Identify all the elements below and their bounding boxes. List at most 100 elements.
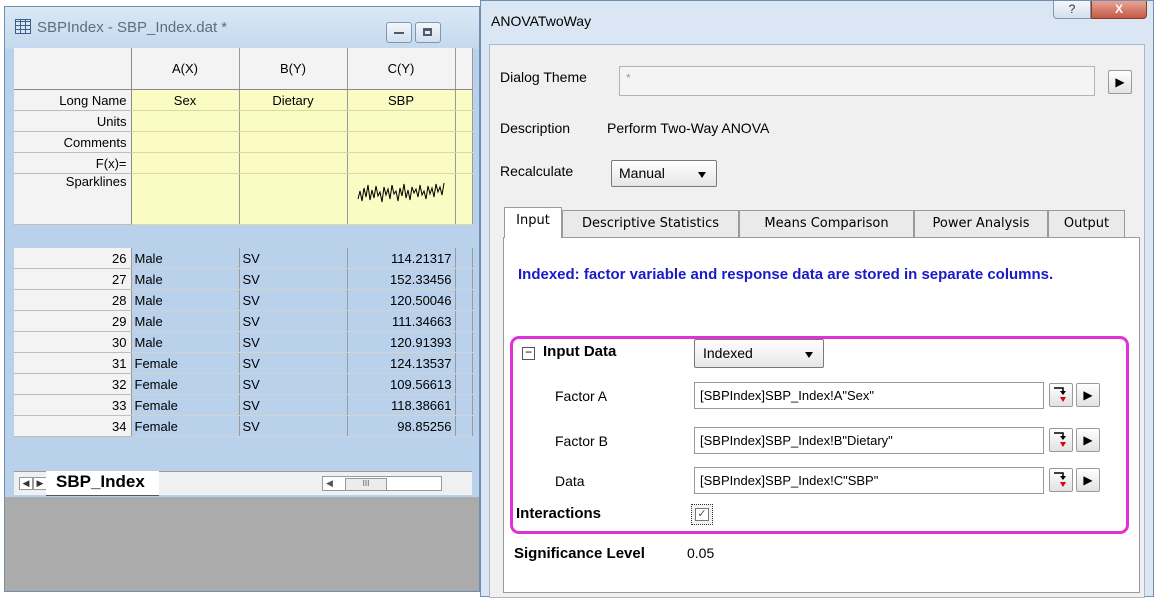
cell-dietary[interactable]: SV	[239, 394, 348, 416]
cell-dietary[interactable]: SV	[239, 352, 348, 374]
row-number[interactable]: 26	[14, 248, 132, 269]
row-number[interactable]: 33	[14, 394, 132, 416]
cell-sbp[interactable]: 120.91393	[347, 331, 456, 353]
input-data-mode: Indexed	[703, 345, 753, 361]
factor-b-picker-button[interactable]	[1049, 428, 1073, 452]
column-header-c[interactable]: C(Y)	[347, 48, 456, 90]
cell-sbp[interactable]: 118.38661	[347, 394, 456, 416]
factor-a-field[interactable]: [SBPIndex]SBP_Index!A"Sex"	[694, 382, 1044, 409]
cell-dietary[interactable]: SV	[239, 268, 348, 290]
scroll-thumb[interactable]: III	[345, 478, 387, 491]
dialog-theme-field[interactable]: *	[619, 66, 1095, 96]
cell-filler	[455, 352, 473, 374]
minimize-button[interactable]	[386, 22, 412, 43]
collapse-icon[interactable]: −	[522, 346, 535, 360]
significance-level-value[interactable]: 0.05	[687, 545, 714, 561]
cell-sbp[interactable]: 98.85256	[347, 415, 456, 437]
worksheet-titlebar[interactable]: SBPIndex - SBP_Index.dat *	[5, 7, 479, 49]
tab-means-comparison[interactable]: Means Comparison	[739, 210, 914, 237]
factor-a-picker-button[interactable]	[1049, 383, 1073, 407]
row-number[interactable]: 27	[14, 268, 132, 290]
factor-b-field[interactable]: [SBPIndex]SBP_Index!B"Dietary"	[694, 427, 1044, 454]
help-button[interactable]: ?	[1053, 1, 1091, 19]
close-button[interactable]: X	[1091, 1, 1147, 19]
cell-filler	[455, 268, 473, 290]
sheet-tab[interactable]: SBP_Index	[46, 471, 159, 496]
input-data-select[interactable]: Indexed	[694, 339, 824, 368]
cell-sex[interactable]: Female	[131, 373, 240, 395]
cell-dietary[interactable]: SV	[239, 248, 348, 269]
scroll-left-icon[interactable]: ◀	[326, 478, 333, 489]
cell-dietary[interactable]: SV	[239, 373, 348, 395]
column-header-a[interactable]: A(X)	[131, 48, 240, 90]
sparkline-a[interactable]	[131, 173, 240, 225]
cell-sex[interactable]: Male	[131, 331, 240, 353]
cell-dietary[interactable]: SV	[239, 289, 348, 311]
row-number[interactable]: 30	[14, 331, 132, 353]
factor-b-menu-button[interactable]: ▶	[1076, 428, 1100, 452]
chevron-down-icon	[805, 352, 813, 358]
tab-output[interactable]: Output	[1048, 210, 1125, 237]
long-name-a[interactable]: Sex	[131, 89, 240, 111]
column-header-b[interactable]: B(Y)	[239, 48, 348, 90]
corner-cell[interactable]	[14, 48, 132, 90]
row-number[interactable]: 28	[14, 289, 132, 311]
factor-a-menu-button[interactable]: ▶	[1076, 383, 1100, 407]
cell-filler	[455, 289, 473, 311]
comments-c[interactable]	[347, 131, 456, 153]
cell-sbp[interactable]: 124.13537	[347, 352, 456, 374]
cell-sex[interactable]: Male	[131, 289, 240, 311]
cell-sbp[interactable]: 120.50046	[347, 289, 456, 311]
recalculate-select[interactable]: Manual	[611, 160, 717, 187]
table-row: 29 Male SV 111.34663	[14, 310, 473, 332]
interactions-checkbox[interactable]: ✓	[691, 504, 713, 525]
row-number[interactable]: 34	[14, 415, 132, 437]
units-b[interactable]	[239, 110, 348, 132]
fx-b[interactable]	[239, 152, 348, 174]
cell-sex[interactable]: Female	[131, 394, 240, 416]
comments-a[interactable]	[131, 131, 240, 153]
data-menu-button[interactable]: ▶	[1076, 468, 1100, 492]
close-icon: X	[1114, 2, 1123, 16]
tab-descriptive-statistics[interactable]: Descriptive Statistics	[562, 210, 739, 237]
data-picker-button[interactable]	[1049, 468, 1073, 492]
cell-sex[interactable]: Male	[131, 310, 240, 332]
cell-sbp[interactable]: 152.33456	[347, 268, 456, 290]
cell-dietary[interactable]: SV	[239, 415, 348, 437]
restore-button[interactable]	[415, 22, 441, 43]
fx-c[interactable]	[347, 152, 456, 174]
comments-b[interactable]	[239, 131, 348, 153]
long-name-c[interactable]: SBP	[347, 89, 456, 111]
row-number[interactable]: 29	[14, 310, 132, 332]
row-number[interactable]: 32	[14, 373, 132, 395]
cell-sex[interactable]: Male	[131, 268, 240, 290]
table-row: 26 Male SV 114.21317	[14, 248, 473, 269]
meta-filler	[455, 131, 473, 153]
cell-sbp[interactable]: 109.56613	[347, 373, 456, 395]
theme-menu-button[interactable]: ▶	[1108, 70, 1132, 94]
long-name-b[interactable]: Dietary	[239, 89, 348, 111]
tab-input[interactable]: Input	[504, 207, 562, 238]
meta-filler	[455, 89, 473, 111]
sparkline-b[interactable]	[239, 173, 348, 225]
sparkline-c[interactable]	[347, 173, 456, 225]
horizontal-scrollbar[interactable]: ◀ III	[322, 476, 442, 491]
table-row: 30 Male SV 120.91393	[14, 331, 473, 353]
sheet-prev-button[interactable]: ◀	[19, 477, 33, 490]
cell-dietary[interactable]: SV	[239, 331, 348, 353]
units-a[interactable]	[131, 110, 240, 132]
tab-power-analysis[interactable]: Power Analysis	[914, 210, 1048, 237]
table-row: 27 Male SV 152.33456	[14, 268, 473, 290]
sheet-next-button[interactable]: ▶	[33, 477, 47, 490]
cell-sex[interactable]: Female	[131, 415, 240, 437]
fx-a[interactable]	[131, 152, 240, 174]
data-field[interactable]: [SBPIndex]SBP_Index!C"SBP"	[694, 467, 1044, 494]
cell-sbp[interactable]: 111.34663	[347, 310, 456, 332]
row-number[interactable]: 31	[14, 352, 132, 374]
row-label-long-name: Long Name	[14, 89, 132, 111]
cell-sex[interactable]: Female	[131, 352, 240, 374]
cell-sbp[interactable]: 114.21317	[347, 248, 456, 269]
cell-sex[interactable]: Male	[131, 248, 240, 269]
units-c[interactable]	[347, 110, 456, 132]
cell-dietary[interactable]: SV	[239, 310, 348, 332]
